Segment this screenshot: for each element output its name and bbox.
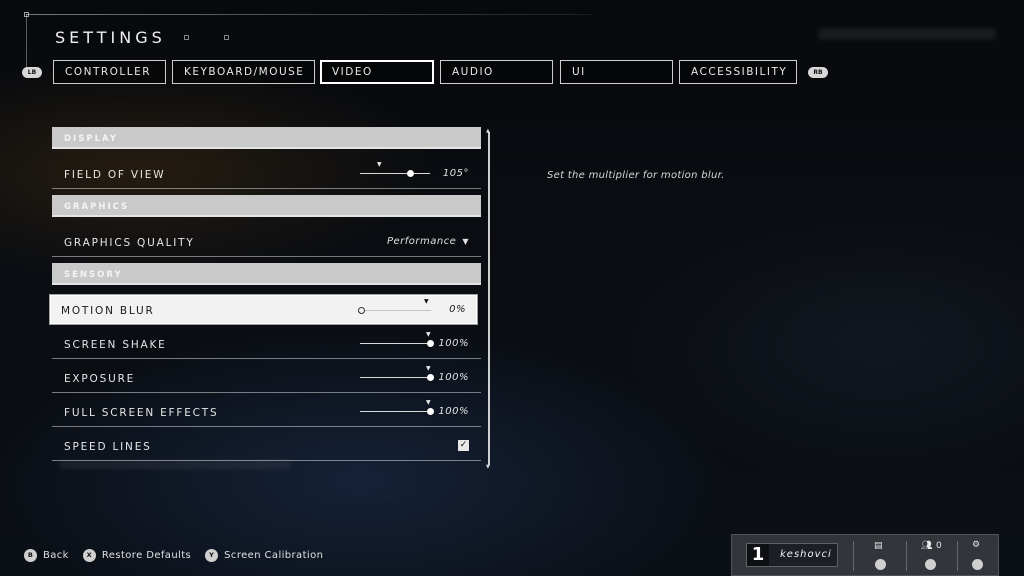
hint-label: Restore Defaults — [101, 549, 192, 561]
setting-value: 100% — [438, 338, 469, 349]
setting-value: 0% — [449, 304, 466, 315]
screen-shake-slider-handle[interactable] — [426, 340, 434, 347]
setting-label: SPEED LINES — [64, 441, 152, 453]
player-nameplate[interactable]: 1 keshovci — [746, 543, 838, 567]
tab-accessibility[interactable]: ACCESSIBILITY — [679, 60, 797, 84]
gear-icon[interactable]: ⚙ — [972, 540, 980, 550]
default-marker-icon: ▼ — [426, 365, 431, 372]
background-blurred-text — [818, 28, 996, 40]
frame-line-top — [26, 14, 592, 15]
left-bumper-icon[interactable]: LB — [22, 67, 42, 78]
setting-label: EXPOSURE — [64, 373, 136, 385]
section-label: GRAPHICS — [64, 202, 130, 212]
friends-count: 0 — [936, 541, 942, 551]
fov-slider-handle[interactable] — [406, 170, 414, 177]
hint-label: Screen Calibration — [224, 549, 324, 561]
right-bumper-icon[interactable]: RB — [808, 67, 828, 78]
section-header-display: DISPLAY — [52, 127, 481, 149]
setting-row-full-screen-effects[interactable]: FULL SCREEN EFFECTS ▼ 100% — [52, 397, 481, 427]
panel-divider — [906, 541, 907, 571]
settings-scrollbar[interactable] — [488, 132, 490, 465]
frame-line-left — [26, 14, 27, 68]
dropdown-value: Performance — [386, 236, 457, 247]
default-marker-icon: ▼ — [377, 161, 382, 168]
setting-value: 100% — [438, 406, 469, 417]
full-screen-effects-slider-handle[interactable] — [426, 408, 434, 415]
setting-value: 100% — [438, 372, 469, 383]
default-marker-icon: ▼ — [426, 331, 431, 338]
exposure-slider-track[interactable] — [360, 377, 430, 378]
tab-video[interactable]: VIDEO — [320, 60, 434, 84]
player-gamertag: keshovci — [780, 549, 832, 560]
motion-blur-slider-handle[interactable] — [357, 307, 365, 314]
tab-ui[interactable]: UI — [560, 60, 673, 84]
setting-row-speed-lines[interactable]: SPEED LINES ✓ — [52, 431, 481, 461]
player-rank: 1 — [747, 544, 769, 566]
faded-list-hint — [60, 460, 290, 469]
back-button[interactable]: B Back — [24, 548, 69, 562]
setting-label: SCREEN SHAKE — [64, 339, 167, 351]
panel-divider — [957, 541, 958, 571]
full-screen-effects-slider-track[interactable] — [360, 411, 430, 412]
restore-defaults-button[interactable]: X Restore Defaults — [82, 548, 192, 562]
b-button-icon: B — [24, 548, 37, 562]
setting-row-graphics-quality[interactable]: GRAPHICS QUALITY Performance ▼ — [52, 227, 481, 257]
exposure-slider-handle[interactable] — [426, 374, 434, 381]
footer-button-hints: B Back X Restore Defaults Y Screen Calib… — [24, 548, 337, 562]
graphics-quality-dropdown[interactable]: Performance ▼ — [387, 236, 469, 247]
check-icon: ✓ — [459, 440, 468, 450]
friends-icon[interactable]: 👥︎ — [921, 541, 932, 551]
setting-row-exposure[interactable]: EXPOSURE ▼ 100% — [52, 363, 481, 393]
setting-row-field-of-view[interactable]: FIELD OF VIEW ▼ 105° — [52, 159, 481, 189]
tab-controller[interactable]: CONTROLLER — [53, 60, 166, 84]
setting-label: FULL SCREEN EFFECTS — [64, 407, 219, 419]
friends-button-icon[interactable] — [925, 559, 936, 570]
section-label: DISPLAY — [64, 134, 118, 144]
background-dot-icon — [224, 35, 229, 40]
section-header-sensory: SENSORY — [52, 263, 481, 285]
setting-label: GRAPHICS QUALITY — [64, 237, 195, 249]
dropdown-arrow-icon: ▼ — [462, 237, 469, 246]
chat-icon[interactable]: ▤ — [874, 541, 883, 551]
fov-slider-track[interactable] — [360, 173, 430, 174]
page-title: SETTINGS — [55, 28, 166, 47]
setting-description: Set the multiplier for motion blur. — [547, 170, 725, 181]
scroll-down-arrow-icon[interactable]: ▼ — [486, 464, 490, 470]
player-panel: 1 keshovci ▤ 👥︎ 0 ⚙ — [731, 534, 999, 576]
panel-divider — [853, 541, 854, 571]
menu-button-icon[interactable] — [972, 559, 983, 570]
setting-label: MOTION BLUR — [61, 305, 155, 317]
setting-row-screen-shake[interactable]: SCREEN SHAKE ▼ 100% — [52, 329, 481, 359]
default-marker-icon: ▼ — [426, 399, 431, 406]
speed-lines-checkbox[interactable]: ✓ — [458, 440, 469, 451]
hint-label: Back — [43, 549, 69, 561]
tab-keyboard-mouse[interactable]: KEYBOARD/MOUSE — [172, 60, 315, 84]
section-label: SENSORY — [64, 270, 123, 280]
default-marker-icon: ▼ — [424, 298, 429, 305]
setting-value: 105° — [442, 168, 469, 179]
setting-row-motion-blur[interactable]: MOTION BLUR ▼ 0% — [50, 295, 477, 324]
y-button-icon: Y — [205, 548, 219, 562]
motion-blur-slider-track[interactable] — [361, 310, 431, 311]
x-button-icon: X — [82, 548, 96, 562]
screen-calibration-button[interactable]: Y Screen Calibration — [205, 548, 324, 562]
chat-button-icon[interactable] — [875, 559, 886, 570]
tab-audio[interactable]: AUDIO — [440, 60, 553, 84]
background-dot-icon — [184, 35, 189, 40]
setting-label: FIELD OF VIEW — [64, 169, 166, 181]
section-header-graphics: GRAPHICS — [52, 195, 481, 217]
screen-shake-slider-track[interactable] — [360, 343, 430, 344]
